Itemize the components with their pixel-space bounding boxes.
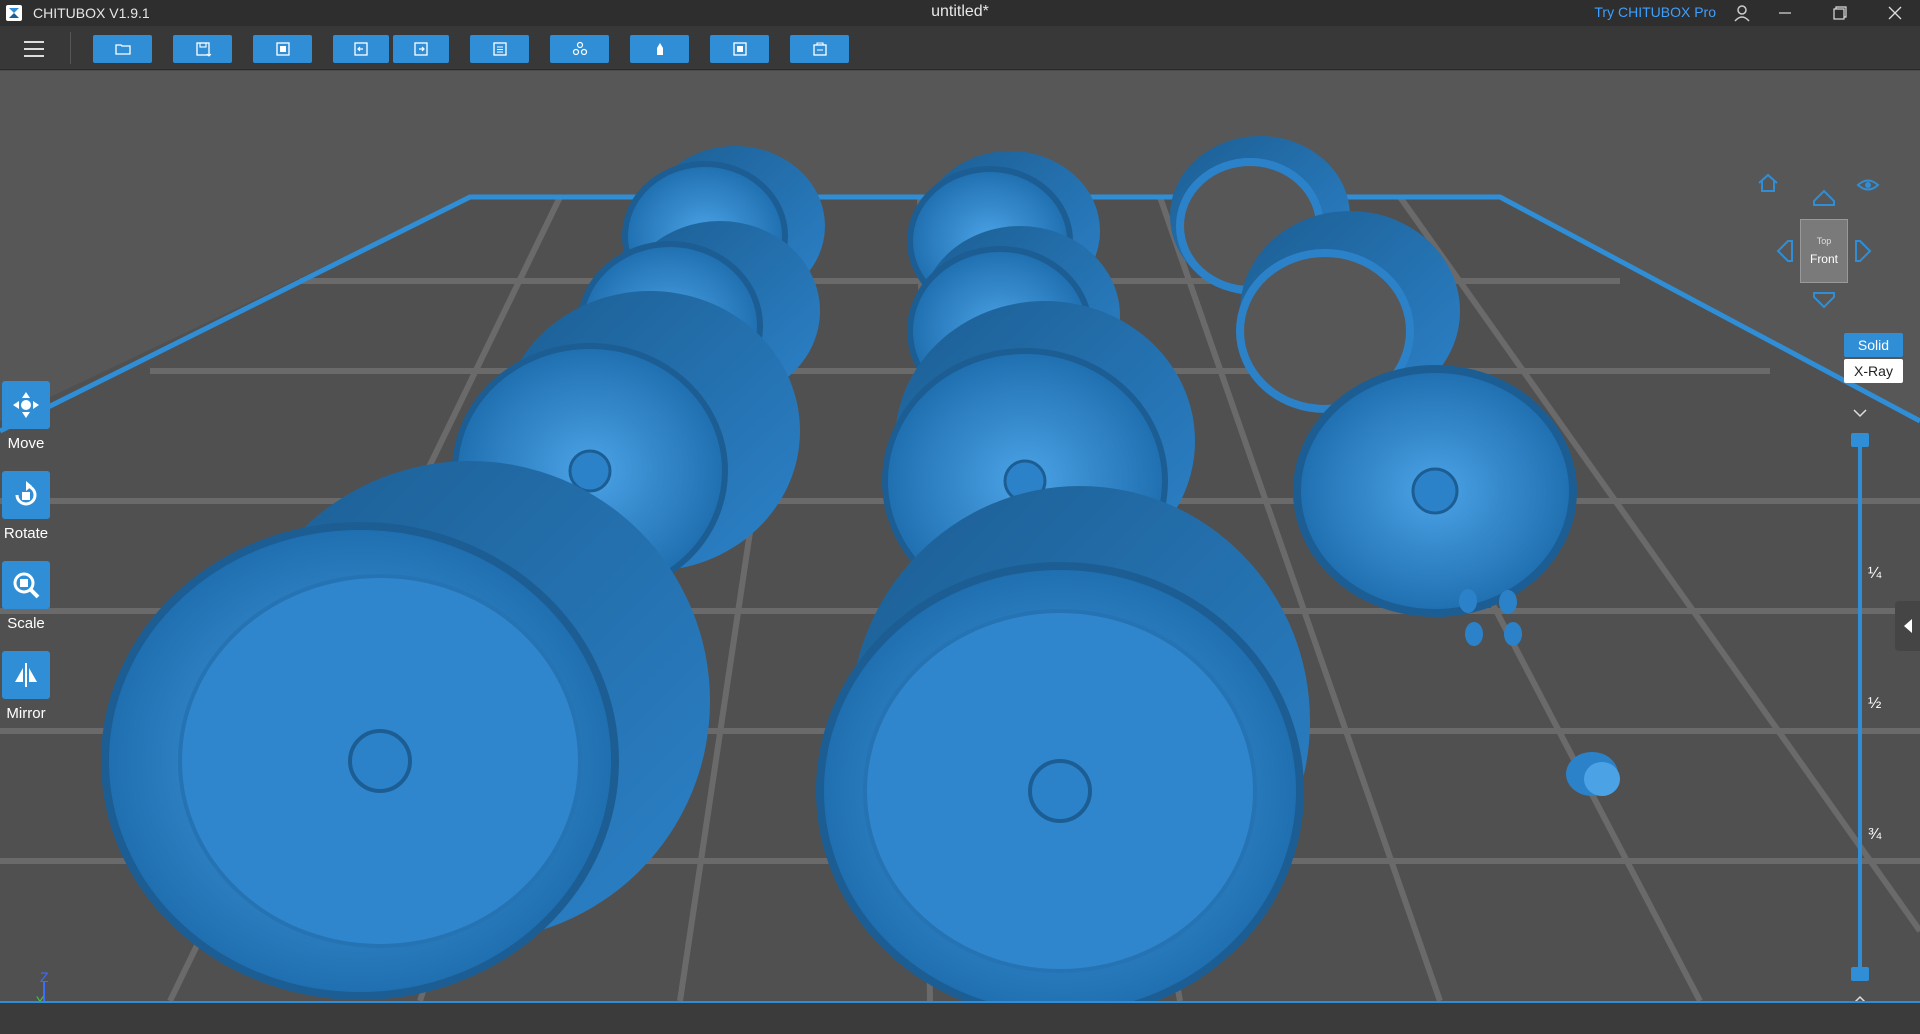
folder-icon [114, 44, 131, 55]
support-icon [656, 43, 663, 55]
model-list-button[interactable] [470, 35, 529, 63]
xray-mode-button[interactable]: X-Ray [1844, 359, 1903, 383]
right-panel-toggle[interactable] [1895, 601, 1920, 651]
app-title: CHITUBOX V1.9.1 [33, 5, 150, 21]
layer-slider-bottom-handle[interactable] [1851, 967, 1869, 981]
mirror-icon [15, 663, 37, 687]
layout-icon [572, 41, 587, 56]
axis-indicator: Z Y X [36, 971, 49, 1001]
slider-tick-half: ½ [1868, 695, 1882, 712]
chitubox-logo-icon [6, 5, 22, 21]
home-view-icon[interactable] [1756, 171, 1780, 195]
redo-button[interactable] [393, 35, 449, 63]
build-plate-scene[interactable] [0, 71, 1920, 1001]
scale-tool[interactable]: Scale [0, 561, 52, 649]
hollow-icon [732, 42, 747, 56]
slider-tick-quarter: ¼ [1868, 565, 1882, 582]
solid-mode-button[interactable]: Solid [1844, 333, 1903, 357]
minimize-button[interactable] [1760, 0, 1810, 26]
view-cube-top-label: Top [1816, 236, 1832, 246]
undo-icon [354, 42, 368, 56]
close-button[interactable] [1870, 0, 1920, 26]
list-icon [492, 42, 507, 56]
undo-button[interactable] [333, 35, 389, 63]
view-up-arrow-icon[interactable] [1812, 187, 1836, 207]
view-navigation-cube: Top Front [1758, 171, 1880, 321]
slider-collapse-icon[interactable] [1852, 408, 1868, 418]
scale-icon [13, 572, 40, 599]
slider-tick-three-quarter: ¾ [1868, 826, 1882, 843]
eye-icon[interactable] [1856, 173, 1880, 197]
view-cube-face[interactable]: Top Front [1800, 219, 1848, 283]
layer-slider-track[interactable] [1858, 438, 1862, 973]
view-right-arrow-icon[interactable] [1854, 239, 1874, 263]
main-toolbar [0, 26, 1920, 70]
restore-icon [1833, 6, 1847, 20]
restore-button[interactable] [1815, 0, 1865, 26]
redo-icon [414, 42, 428, 56]
axis-y-label: Y [36, 994, 44, 1001]
hollow-button[interactable] [710, 35, 769, 63]
move-tool[interactable]: Move [0, 381, 52, 469]
chevron-left-icon [1903, 619, 1912, 633]
toolbar-divider [70, 32, 71, 64]
status-bar [0, 1001, 1920, 1034]
try-pro-link[interactable]: Try CHITUBOX Pro [1594, 4, 1716, 20]
slice-button[interactable] [790, 35, 849, 63]
move-label: Move [7, 435, 45, 452]
scale-label: Scale [7, 615, 45, 632]
axis-z-label: Z [40, 971, 49, 985]
hamburger-menu-icon [24, 41, 44, 57]
layout-button[interactable] [550, 35, 609, 63]
support-button[interactable] [630, 35, 689, 63]
rotate-label: Rotate [3, 525, 49, 542]
wheel-face-model [1293, 365, 1577, 617]
user-icon[interactable] [1732, 3, 1752, 23]
save-button[interactable] [173, 35, 232, 63]
layer-slider-top-handle[interactable] [1851, 433, 1869, 447]
select-all-button[interactable] [253, 35, 312, 63]
slice-icon [812, 42, 827, 56]
close-icon [1888, 6, 1902, 20]
hamburger-menu-button[interactable] [18, 34, 50, 64]
open-file-button[interactable] [93, 35, 152, 63]
save-icon [195, 42, 211, 57]
mirror-tool[interactable]: Mirror [0, 651, 52, 739]
view-left-arrow-icon[interactable] [1774, 239, 1794, 263]
rotate-tool[interactable]: Rotate [0, 471, 52, 559]
view-cube-front-label: Front [1809, 252, 1838, 266]
minimize-icon [1779, 12, 1791, 14]
3d-viewport[interactable]: Move Rotate Scale Mirror Top Front Solid… [0, 71, 1920, 1001]
rotate-icon [15, 481, 37, 506]
select-icon [275, 42, 290, 56]
view-down-arrow-icon[interactable] [1812, 291, 1836, 311]
move-icon [13, 392, 39, 418]
mirror-label: Mirror [6, 705, 46, 722]
